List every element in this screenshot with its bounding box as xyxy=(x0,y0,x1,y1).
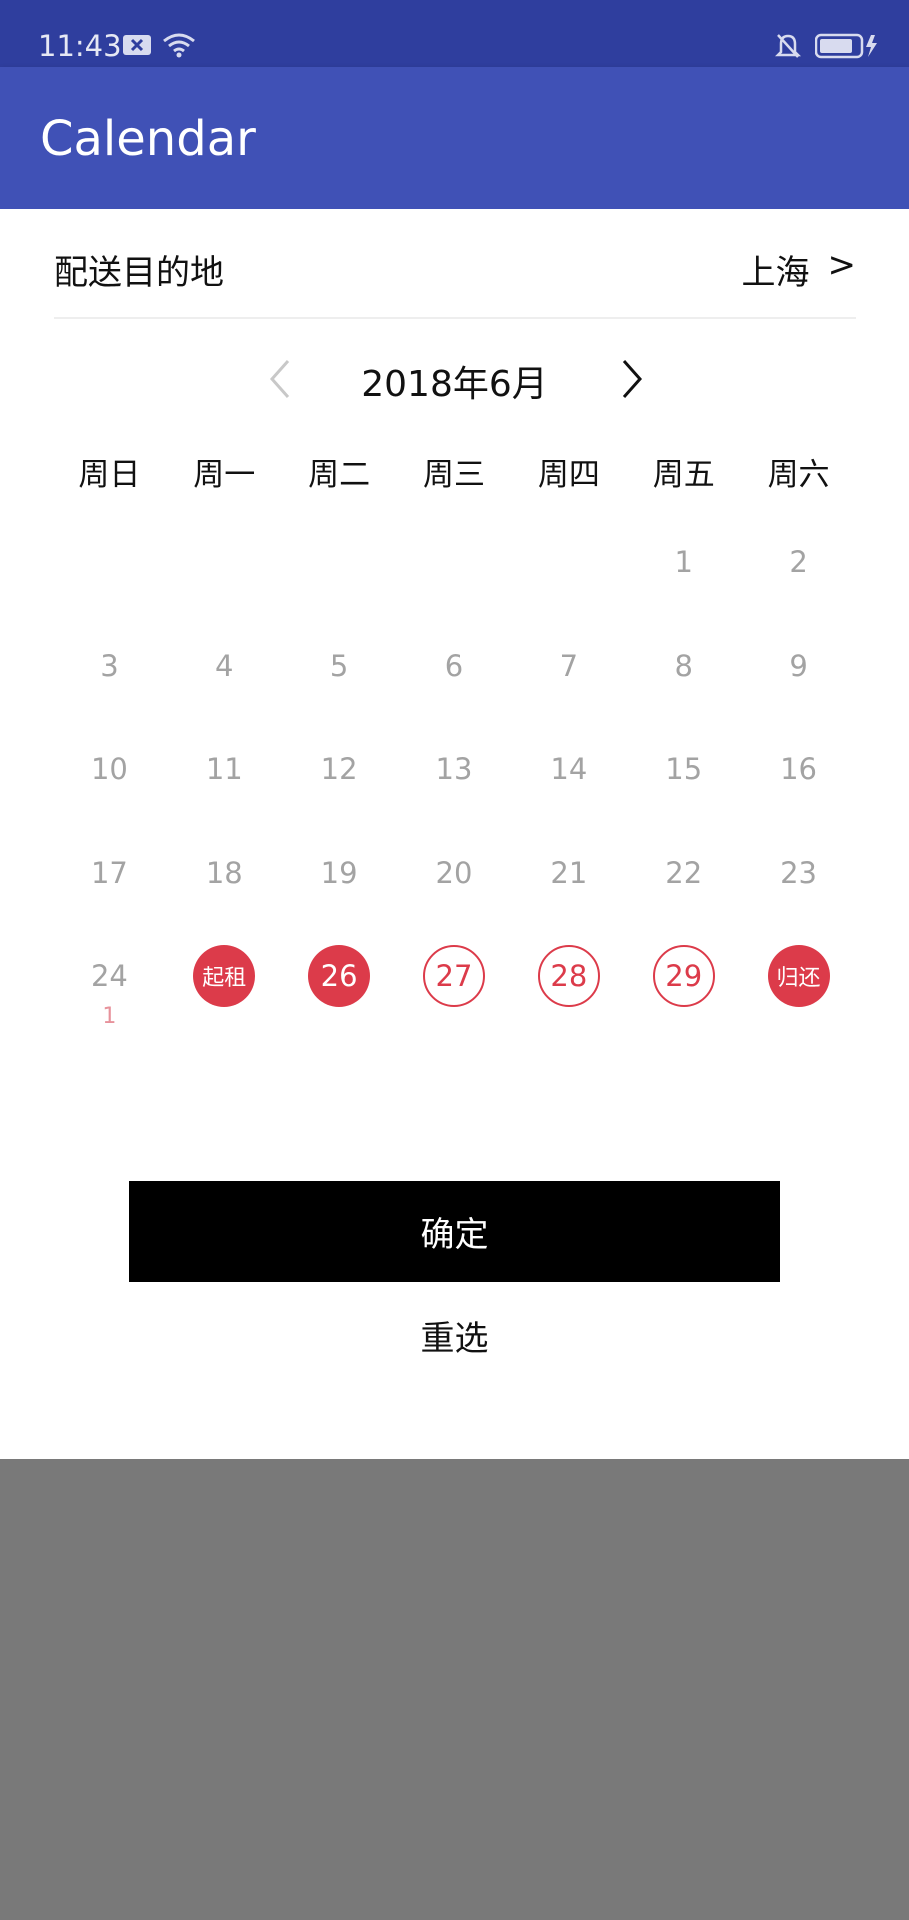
status-time: 11:43 xyxy=(38,29,122,63)
calendar-day[interactable]: 归还 xyxy=(741,933,856,1037)
calendar-day[interactable]: 14 xyxy=(511,726,626,830)
calendar-week-row: 12 xyxy=(52,519,856,623)
next-month-arrow-icon[interactable] xyxy=(614,357,650,401)
calendar-day[interactable]: 19 xyxy=(282,830,397,934)
day-label: 28 xyxy=(537,945,600,1007)
calendar-day[interactable]: 23 xyxy=(741,830,856,934)
day-label: 14 xyxy=(550,752,588,786)
calendar-day-empty xyxy=(282,519,397,623)
destination-value[interactable]: 上海 > xyxy=(742,245,857,294)
day-label: 27 xyxy=(422,945,485,1007)
calendar-week-row: 3 4 5 6 7 8 9 xyxy=(52,623,856,727)
wifi-icon xyxy=(163,33,195,58)
calendar-day[interactable]: 起租 xyxy=(167,933,282,1037)
destination-row[interactable]: 配送目的地 上海 > xyxy=(54,209,856,319)
day-label: 2 xyxy=(789,545,808,579)
calendar-day[interactable]: 6 xyxy=(397,623,512,727)
calendar-day[interactable]: 3 xyxy=(52,623,167,727)
calendar-sheet: 配送目的地 上海 > 2018年6月 周日 周一 周二 周三 周四 周五 周六 … xyxy=(0,209,909,1459)
calendar-day[interactable]: 27 xyxy=(397,933,512,1037)
calendar-day-empty xyxy=(167,519,282,623)
calendar-week-row: 17 18 19 20 21 22 23 xyxy=(52,830,856,934)
calendar-day[interactable]: 15 xyxy=(626,726,741,830)
month-title: 2018年6月 xyxy=(361,364,548,405)
day-label: 29 xyxy=(652,945,715,1007)
status-bar: 11:43 xyxy=(0,0,909,67)
app-bar: Calendar xyxy=(0,67,909,209)
day-label: 归还 xyxy=(767,945,830,1007)
day-label: 1 xyxy=(674,545,693,579)
calendar-day[interactable]: 13 xyxy=(397,726,512,830)
weekday-label: 周三 xyxy=(422,457,485,493)
calendar-day[interactable]: 18 xyxy=(167,830,282,934)
calendar-week-row: 24 1 起租 26 27 28 29 归还 xyxy=(52,933,856,1037)
day-label: 21 xyxy=(550,855,588,890)
day-label: 20 xyxy=(435,855,473,890)
weekday-label: 周二 xyxy=(308,457,371,493)
days-grid: 1 2 3 4 5 6 7 8 9 10 11 12 13 14 15 16 17 18 19 20 21 22 23 24 1… xyxy=(52,519,856,1037)
day-label: 起租 xyxy=(193,945,256,1007)
day-label: 4 xyxy=(215,648,234,683)
calendar-day[interactable]: 4 xyxy=(167,623,282,727)
day-label: 8 xyxy=(674,648,693,683)
calendar-day[interactable]: 1 xyxy=(626,519,741,623)
day-sub-label: 1 xyxy=(102,1004,117,1029)
day-label: 16 xyxy=(780,752,818,786)
day-label: 11 xyxy=(205,752,243,786)
day-label: 5 xyxy=(329,648,349,683)
calendar-day[interactable]: 12 xyxy=(282,726,397,830)
app-title: Calendar xyxy=(40,111,256,167)
calendar-day[interactable]: 24 1 xyxy=(52,933,167,1037)
calendar-day[interactable]: 29 xyxy=(626,933,741,1037)
bell-muted-icon xyxy=(775,34,801,58)
calendar-day[interactable]: 26 xyxy=(282,933,397,1037)
day-label: 18 xyxy=(205,855,243,890)
day-label: 3 xyxy=(100,648,119,683)
calendar-day[interactable]: 21 xyxy=(511,830,626,934)
day-label: 22 xyxy=(665,855,703,890)
day-label: 10 xyxy=(90,752,128,786)
calendar-day-empty xyxy=(511,519,626,623)
weekday-label: 周四 xyxy=(537,457,600,493)
calendar-day[interactable]: 9 xyxy=(741,623,856,727)
calendar-day[interactable]: 7 xyxy=(511,623,626,727)
calendar-day-empty xyxy=(397,519,512,623)
weekday-label: 周日 xyxy=(78,457,141,493)
day-label: 13 xyxy=(435,752,473,786)
battery-charging-icon xyxy=(815,33,877,59)
day-label: 26 xyxy=(308,945,371,1007)
day-label: 6 xyxy=(444,648,464,683)
calendar-day[interactable]: 5 xyxy=(282,623,397,727)
notification-x-icon xyxy=(123,35,151,55)
calendar-day[interactable]: 17 xyxy=(52,830,167,934)
destination-city: 上海 xyxy=(741,253,810,293)
day-label: 19 xyxy=(320,855,358,890)
reset-button[interactable]: 重选 xyxy=(0,1311,909,1360)
calendar-day[interactable]: 16 xyxy=(741,726,856,830)
calendar-day[interactable]: 28 xyxy=(511,933,626,1037)
day-label: 9 xyxy=(789,648,808,683)
calendar-day-empty xyxy=(52,519,167,623)
destination-label: 配送目的地 xyxy=(54,253,224,293)
calendar-week-row: 10 11 12 13 14 15 16 xyxy=(52,726,856,830)
confirm-button[interactable]: 确定 xyxy=(129,1181,780,1282)
month-nav: 2018年6月 xyxy=(0,337,909,417)
day-label: 12 xyxy=(320,752,358,786)
calendar-day[interactable]: 11 xyxy=(167,726,282,830)
calendar-day[interactable]: 2 xyxy=(741,519,856,623)
calendar-day[interactable]: 10 xyxy=(52,726,167,830)
weekday-label: 周六 xyxy=(767,457,830,493)
day-label: 15 xyxy=(665,752,703,786)
weekday-label: 周一 xyxy=(193,457,256,493)
day-label: 23 xyxy=(780,855,818,890)
weekday-header: 周日 周一 周二 周三 周四 周五 周六 xyxy=(52,449,856,494)
calendar-day[interactable]: 22 xyxy=(626,830,741,934)
day-label: 7 xyxy=(559,648,579,683)
calendar-day[interactable]: 8 xyxy=(626,623,741,727)
day-label: 17 xyxy=(90,855,128,890)
chevron-right-icon: > xyxy=(827,245,857,285)
calendar-day[interactable]: 20 xyxy=(397,830,512,934)
weekday-label: 周五 xyxy=(652,457,715,493)
day-label: 24 xyxy=(90,959,128,993)
